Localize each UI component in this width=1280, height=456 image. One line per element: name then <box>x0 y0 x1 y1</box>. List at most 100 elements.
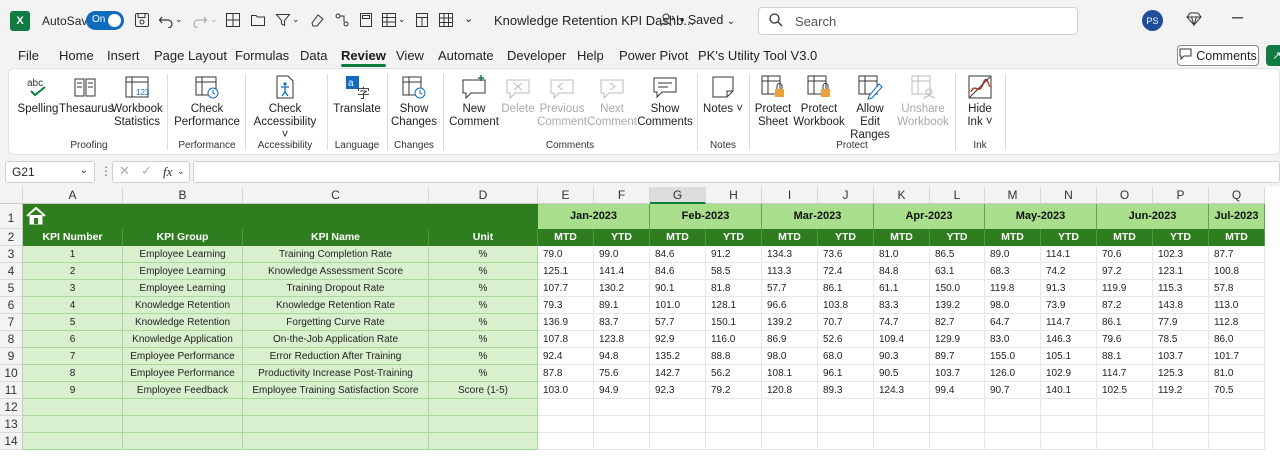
value-cell[interactable]: 155.0 <box>985 348 1041 365</box>
unit-cell[interactable]: % <box>429 297 538 314</box>
empty-cell[interactable] <box>123 399 243 416</box>
kpi-group-cell[interactable]: Knowledge Application <box>123 331 243 348</box>
more-options-icon[interactable]: ⋮ <box>100 164 112 178</box>
spreadsheet-grid[interactable]: A B C D E F G H I J K L M N O P Q 1 2 3 4 5 6 7 8 9 10 11 12 13 14 Jan-… <box>0 187 1280 456</box>
protect-workbook-button[interactable]: Protect Workbook <box>793 74 845 129</box>
row-header-14[interactable]: 14 <box>0 433 23 450</box>
value-cell[interactable]: 103.7 <box>930 365 985 382</box>
tab-page-layout[interactable]: Page Layout <box>154 48 227 63</box>
column-header-l[interactable]: L <box>930 187 985 204</box>
empty-cell[interactable] <box>123 433 243 450</box>
kpi-name-cell[interactable]: Error Reduction After Training <box>243 348 429 365</box>
value-cell[interactable]: 94.9 <box>594 382 650 399</box>
row-header-13[interactable]: 13 <box>0 416 23 433</box>
tab-data[interactable]: Data <box>300 48 327 63</box>
kpi-group-cell[interactable]: Knowledge Retention <box>123 314 243 331</box>
value-cell[interactable]: 86.5 <box>930 246 985 263</box>
value-cell[interactable]: 98.0 <box>762 348 818 365</box>
empty-cell[interactable] <box>243 416 429 433</box>
notes-button[interactable]: Notes ˅ <box>701 74 745 116</box>
value-cell[interactable]: 113.3 <box>762 263 818 280</box>
eraser-icon[interactable] <box>308 11 326 29</box>
column-header-i[interactable]: I <box>762 187 818 204</box>
row-header-8[interactable]: 8 <box>0 331 23 348</box>
kpi-number-cell[interactable]: 9 <box>23 382 123 399</box>
value-cell[interactable]: 141.4 <box>594 263 650 280</box>
kpi-name-cell[interactable]: Forgetting Curve Rate <box>243 314 429 331</box>
value-cell[interactable]: 84.8 <box>874 263 930 280</box>
empty-cell[interactable] <box>1041 433 1097 450</box>
empty-cell[interactable] <box>1209 416 1265 433</box>
unit-cell[interactable]: % <box>429 331 538 348</box>
previous-comment-button[interactable]: Previous Comment <box>537 74 587 129</box>
value-cell[interactable]: 103.0 <box>538 382 594 399</box>
value-cell[interactable]: 114.1 <box>1041 246 1097 263</box>
value-cell[interactable]: 70.6 <box>1097 246 1153 263</box>
kpi-group-cell[interactable]: Employee Feedback <box>123 382 243 399</box>
value-cell[interactable]: 74.7 <box>874 314 930 331</box>
kpi-name-cell[interactable]: Training Dropout Rate <box>243 280 429 297</box>
select-all-corner[interactable] <box>0 187 23 204</box>
tab-home[interactable]: Home <box>59 48 94 63</box>
value-cell[interactable]: 116.0 <box>706 331 762 348</box>
value-cell[interactable]: 81.0 <box>874 246 930 263</box>
customize-toolbar-icon[interactable]: ⌄ <box>464 12 473 25</box>
column-header-p[interactable]: P <box>1153 187 1209 204</box>
column-header-d[interactable]: D <box>429 187 538 204</box>
empty-cell[interactable] <box>874 416 930 433</box>
cancel-icon[interactable]: ✕ <box>119 163 130 179</box>
value-cell[interactable]: 81.0 <box>1209 365 1265 382</box>
tab-help[interactable]: Help <box>577 48 604 63</box>
name-box[interactable]: G21 ⌄ <box>5 161 95 183</box>
empty-cell[interactable] <box>874 399 930 416</box>
unshare-workbook-button[interactable]: Unshare Workbook <box>895 74 951 129</box>
row-header-1[interactable]: 1 <box>0 204 23 229</box>
value-cell[interactable]: 146.3 <box>1041 331 1097 348</box>
value-cell[interactable]: 92.4 <box>538 348 594 365</box>
user-avatar[interactable]: PS <box>1142 10 1163 31</box>
empty-cell[interactable] <box>1041 399 1097 416</box>
empty-cell[interactable] <box>930 399 985 416</box>
kpi-name-cell[interactable]: Training Completion Rate <box>243 246 429 263</box>
column-header-c[interactable]: C <box>243 187 429 204</box>
value-cell[interactable]: 128.1 <box>706 297 762 314</box>
value-cell[interactable]: 109.4 <box>874 331 930 348</box>
value-cell[interactable]: 114.7 <box>1097 365 1153 382</box>
value-cell[interactable]: 91.2 <box>706 246 762 263</box>
value-cell[interactable]: 90.3 <box>874 348 930 365</box>
value-cell[interactable]: 89.7 <box>930 348 985 365</box>
kpi-name-cell[interactable]: Employee Training Satisfaction Score <box>243 382 429 399</box>
empty-cell[interactable] <box>23 433 123 450</box>
kpi-group-cell[interactable]: Employee Performance <box>123 365 243 382</box>
empty-cell[interactable] <box>706 416 762 433</box>
value-cell[interactable]: 140.1 <box>1041 382 1097 399</box>
value-cell[interactable]: 81.8 <box>706 280 762 297</box>
insert-function-icon[interactable]: fx <box>163 164 172 180</box>
kpi-number-cell[interactable]: 4 <box>23 297 123 314</box>
value-cell[interactable]: 86.9 <box>762 331 818 348</box>
row-header-6[interactable]: 6 <box>0 297 23 314</box>
kpi-number-cell[interactable]: 1 <box>23 246 123 263</box>
empty-cell[interactable] <box>1097 433 1153 450</box>
allow-edit-ranges-button[interactable]: Allow Edit Ranges <box>845 74 895 142</box>
empty-cell[interactable] <box>1209 433 1265 450</box>
translate-button[interactable]: a字 Translate <box>331 74 383 116</box>
empty-cell[interactable] <box>818 416 874 433</box>
empty-cell[interactable] <box>1209 399 1265 416</box>
value-cell[interactable]: 130.2 <box>594 280 650 297</box>
value-cell[interactable]: 135.2 <box>650 348 706 365</box>
column-header-m[interactable]: M <box>985 187 1041 204</box>
value-cell[interactable]: 89.1 <box>594 297 650 314</box>
kpi-number-cell[interactable]: 8 <box>23 365 123 382</box>
tab-power-pivot[interactable]: Power Pivot <box>619 48 688 63</box>
kpi-number-cell[interactable]: 3 <box>23 280 123 297</box>
connector-icon[interactable] <box>333 11 351 29</box>
save-icon[interactable] <box>133 11 151 29</box>
value-cell[interactable]: 68.0 <box>818 348 874 365</box>
empty-cell[interactable] <box>1153 433 1209 450</box>
search-box[interactable]: Search <box>758 7 1078 35</box>
row-header-4[interactable]: 4 <box>0 263 23 280</box>
column-header-q[interactable]: Q <box>1209 187 1265 204</box>
home-icon[interactable] <box>25 206 47 226</box>
value-cell[interactable]: 150.0 <box>930 280 985 297</box>
